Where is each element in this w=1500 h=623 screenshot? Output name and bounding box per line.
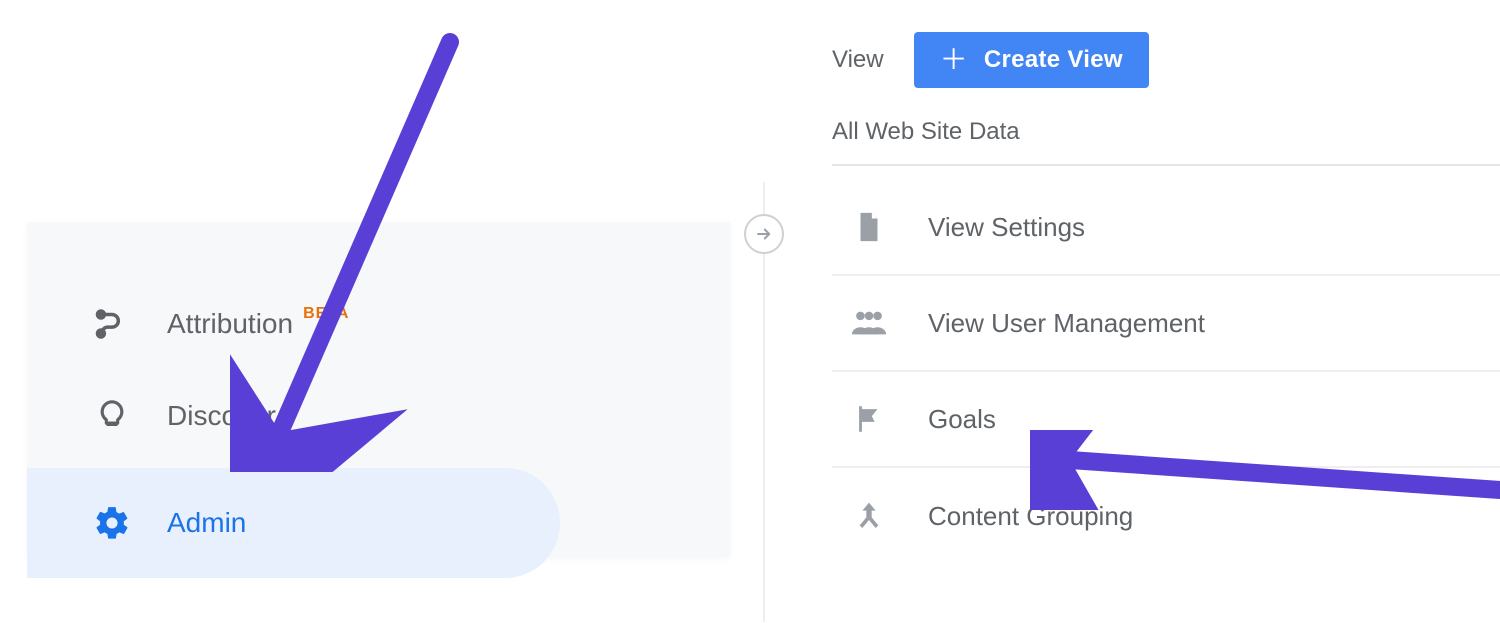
divider [832,164,1500,166]
setting-label: View Settings [928,212,1085,243]
arrow-right-icon [755,225,773,243]
sidebar-item-label: Admin [167,507,246,539]
setting-label: Content Grouping [928,501,1133,532]
setting-label: Goals [928,404,996,435]
setting-goals[interactable]: Goals [832,372,1500,468]
file-icon [846,210,892,244]
sidebar-item-attribution[interactable]: Attribution BETA [27,278,730,370]
setting-label: View User Management [928,308,1205,339]
create-view-button[interactable]: ＋ Create View [914,32,1149,88]
users-icon [846,306,892,340]
sidebar-item-admin[interactable]: Admin [27,468,560,578]
view-column: View ＋ Create View All Web Site Data Vie… [742,32,1500,622]
view-subtitle: All Web Site Data [832,118,1500,146]
sidebar-item-label: Attribution [167,308,293,340]
sidebar-item-discover[interactable]: Discover [27,370,730,462]
attribution-icon [89,305,135,343]
setting-view-settings[interactable]: View Settings [832,180,1500,276]
sidebar-snippet: Attribution BETA Discover Admin [27,222,730,557]
setting-user-management[interactable]: View User Management [832,276,1500,372]
sidebar-item-label: Discover [167,400,276,432]
merge-icon [846,499,892,533]
flag-icon [846,402,892,436]
collapse-column-button[interactable] [744,214,784,254]
view-column-label: View [832,46,884,74]
view-settings-list: View Settings View User Management Goals [832,180,1500,564]
plus-icon: ＋ [940,46,968,74]
gear-icon [89,504,135,542]
lightbulb-icon [89,399,135,433]
beta-badge: BETA [303,305,349,323]
setting-content-grouping[interactable]: Content Grouping [832,468,1500,564]
create-view-label: Create View [984,46,1123,74]
